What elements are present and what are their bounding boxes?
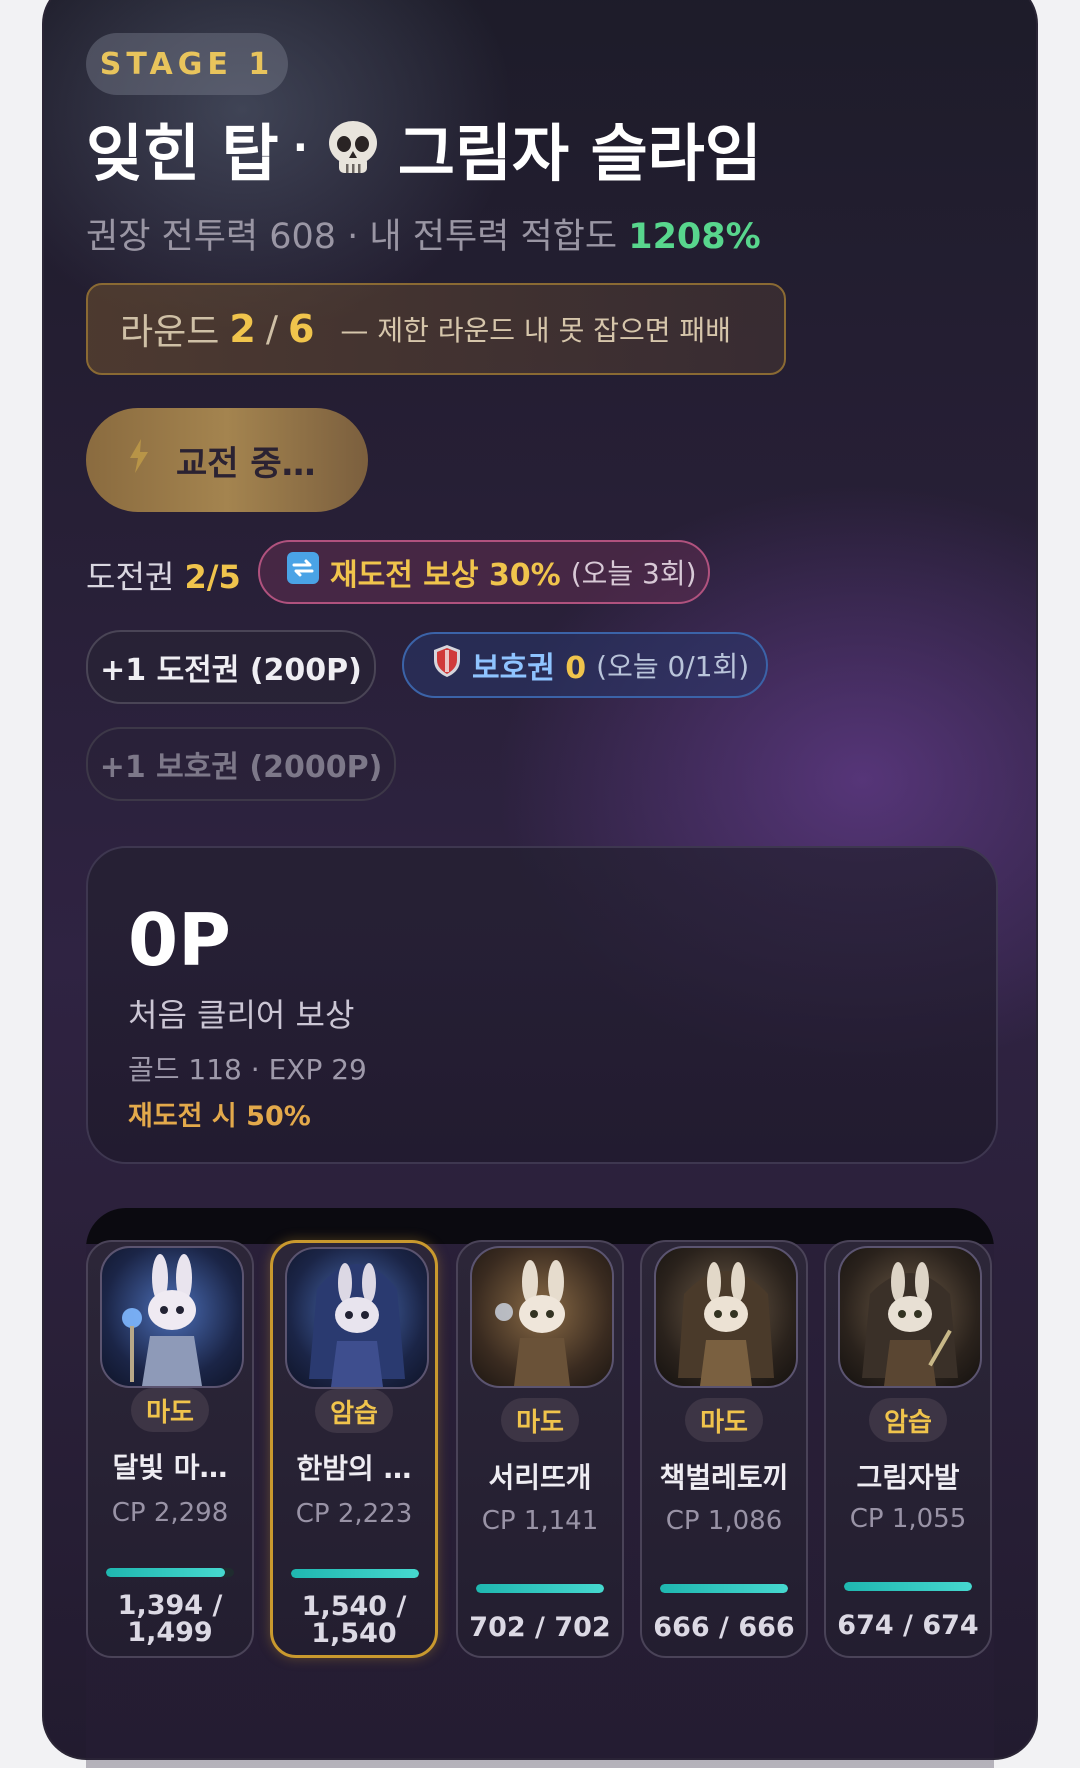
battle-button[interactable]: 교전 중… — [86, 408, 368, 512]
party-card[interactable]: 암습 그림자발 CP 1,055 674 / 674 — [824, 1240, 992, 1658]
guard-badge: 보호권 0 (오늘 0/1회) — [402, 632, 768, 698]
reward-points: 0P — [128, 898, 231, 982]
round-note: — 제한 라운드 내 못 잡으면 패배 — [340, 314, 731, 347]
role-badge: 암습 — [315, 1389, 393, 1433]
character-hp: 666 / 666 — [653, 1612, 795, 1643]
retry-reward-badge: 재도전 보상 30% (오늘 3회) — [258, 540, 710, 604]
character-hp: 1,394 /1,499 — [88, 1592, 252, 1646]
party-card-selected[interactable]: 암습 한밤의 … CP 2,223 1,540 /1,540 — [270, 1240, 438, 1658]
power-text: 권장 전투력 608 · 내 전투력 적합도 — [86, 217, 629, 257]
round-current: 2 — [229, 307, 256, 351]
buy-ticket-button[interactable]: +1 도전권 (200P) — [86, 630, 376, 704]
guard-label-group: 보호권 0 — [472, 643, 586, 687]
guard-sub: (오늘 0/1회) — [596, 650, 750, 683]
party-card[interactable]: 마도 달빛 마… CP 2,298 1,394 /1,499 — [86, 1240, 254, 1658]
hp-bar — [844, 1582, 972, 1591]
hp-bar-fill — [660, 1584, 788, 1593]
role-badge: 마도 — [501, 1398, 579, 1442]
guard-label: 보호권 — [472, 651, 555, 686]
character-cp: CP 1,055 — [849, 1504, 967, 1534]
character-cp: CP 2,298 — [111, 1498, 229, 1528]
character-cp: CP 2,223 — [295, 1499, 413, 1529]
ticket-value: 2/5 — [184, 558, 241, 596]
repeat-icon — [286, 551, 320, 593]
battle-button-label: 교전 중… — [176, 443, 316, 484]
reward-retry-note: 재도전 시 50% — [128, 1101, 311, 1132]
title-location: 잊힌 탑 — [86, 117, 279, 190]
title-separator: · — [292, 125, 308, 171]
hp-bar — [106, 1568, 234, 1577]
hp-bar-fill — [476, 1584, 604, 1593]
hp-max: 1,540 — [311, 1618, 397, 1649]
character-name: 그림자발 — [856, 1461, 960, 1494]
hp-bar — [476, 1584, 604, 1593]
hp-bar-fill — [106, 1568, 226, 1577]
character-portrait — [100, 1246, 244, 1388]
ticket-label: 도전권 — [86, 558, 175, 596]
role-badge: 마도 — [131, 1388, 209, 1432]
hp-bar — [660, 1584, 788, 1593]
character-hp: 674 / 674 — [837, 1610, 979, 1641]
hp-bar-fill — [291, 1569, 419, 1578]
page-title: 잊힌 탑 · 그림자 슬라임 — [86, 108, 762, 190]
character-name: 책벌레토끼 — [659, 1461, 789, 1494]
hp-max: 1,499 — [127, 1617, 213, 1648]
character-portrait — [285, 1247, 429, 1389]
fit-percent: 1208% — [628, 217, 761, 257]
character-portrait — [838, 1246, 982, 1388]
shield-icon — [432, 644, 462, 686]
retry-reward-label: 재도전 보상 30% — [330, 558, 561, 593]
round-label: 라운드 — [120, 312, 220, 353]
role-badge: 암습 — [869, 1398, 947, 1442]
round-max: 6 — [287, 307, 315, 351]
guard-value: 0 — [565, 651, 587, 686]
retry-reward-sub: (오늘 3회) — [570, 557, 697, 590]
reward-label: 처음 클리어 보상 — [128, 996, 355, 1034]
skull-icon — [322, 117, 384, 179]
character-name: 서리뜨개 — [488, 1461, 592, 1494]
character-name: 달빛 마… — [112, 1451, 228, 1484]
character-hp: 702 / 702 — [469, 1612, 611, 1643]
party-card[interactable]: 마도 서리뜨개 CP 1,141 702 / 702 — [456, 1240, 624, 1658]
party-card[interactable]: 마도 책벌레토끼 CP 1,086 666 / 666 — [640, 1240, 808, 1658]
character-cp: CP 1,141 — [481, 1506, 599, 1536]
character-cp: CP 1,086 — [665, 1506, 783, 1536]
character-name: 한밤의 … — [296, 1452, 412, 1485]
role-badge: 마도 — [685, 1398, 763, 1442]
stage-badge: STAGE 1 — [86, 33, 288, 95]
character-hp: 1,540 /1,540 — [273, 1593, 435, 1647]
character-portrait — [654, 1246, 798, 1388]
ticket-count: 도전권 2/5 — [86, 552, 241, 598]
title-enemy: 그림자 슬라임 — [397, 117, 762, 190]
round-indicator: 라운드 2 / 6 — 제한 라운드 내 못 잡으면 패배 — [86, 283, 786, 375]
buy-guard-button[interactable]: +1 보호권 (2000P) — [86, 727, 396, 801]
hp-bar-fill — [844, 1582, 972, 1591]
character-portrait — [470, 1246, 614, 1388]
power-info: 권장 전투력 608 · 내 전투력 적합도 1208% — [86, 208, 761, 259]
hp-bar — [291, 1569, 419, 1578]
reward-card: 0P 처음 클리어 보상 골드 118 · EXP 29 재도전 시 50% — [86, 846, 998, 1164]
round-separator: / — [265, 308, 278, 350]
lightning-icon — [128, 438, 150, 482]
reward-detail: 골드 118 · EXP 29 — [128, 1053, 367, 1086]
